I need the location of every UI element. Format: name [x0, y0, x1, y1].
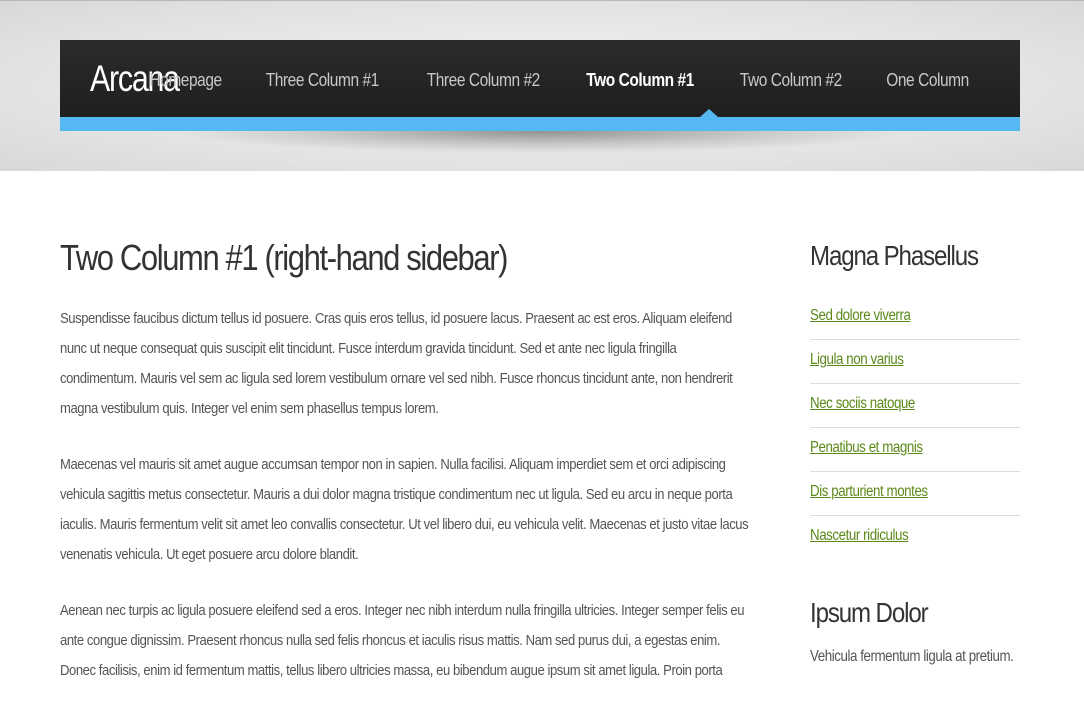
- sidebar-link[interactable]: Penatibus et magnis: [810, 439, 923, 457]
- sidebar-link[interactable]: Ligula non varius: [810, 351, 904, 369]
- sidebar-heading-ipsum-dolor: Ipsum Dolor: [810, 597, 929, 628]
- sidebar-link[interactable]: Sed dolore viverra: [810, 307, 911, 325]
- sidebar-link[interactable]: Nec sociis natoque: [810, 395, 915, 413]
- main-nav: Homepage Three Column #1 Three Column #2…: [129, 66, 990, 94]
- list-item: Nascetur ridiculus: [810, 516, 1020, 559]
- sidebar-heading-magna-phasellus: Magna Phasellus: [810, 240, 979, 271]
- navbar-accent-bar: [60, 117, 1020, 131]
- sidebar: Magna Phasellus Sed dolore viverra Ligul…: [810, 236, 1020, 671]
- main-content: Two Column #1 (right-hand sidebar) Suspe…: [60, 236, 755, 712]
- sidebar-text: Vehicula fermentum ligula at pretium.: [810, 648, 1014, 665]
- sidebar-link[interactable]: Dis parturient montes: [810, 483, 928, 501]
- paragraph: Maecenas vel mauris sit amet augue accum…: [60, 456, 749, 563]
- page-title: Two Column #1 (right-hand sidebar): [60, 237, 508, 278]
- nav-item-two-column-2[interactable]: Two Column #2: [728, 66, 855, 94]
- nav-item-one-column[interactable]: One Column: [874, 66, 982, 94]
- nav-item-three-column-2[interactable]: Three Column #2: [414, 66, 552, 94]
- list-item: Dis parturient montes: [810, 472, 1020, 516]
- nav-item-three-column-1[interactable]: Three Column #1: [253, 66, 391, 94]
- nav-item-two-column-1[interactable]: Two Column #1: [574, 66, 707, 94]
- paragraph: Aenean nec turpis ac ligula posuere elei…: [60, 602, 745, 679]
- list-item: Sed dolore viverra: [810, 296, 1020, 340]
- header-shadow: [180, 131, 900, 153]
- list-item: Nec sociis natoque: [810, 384, 1020, 428]
- list-item: Ligula non varius: [810, 340, 1020, 384]
- list-item: Penatibus et magnis: [810, 428, 1020, 472]
- sidebar-link[interactable]: Nascetur ridiculus: [810, 527, 909, 545]
- sidebar-link-list: Sed dolore viverra Ligula non varius Nec…: [810, 296, 1020, 559]
- nav-item-homepage[interactable]: Homepage: [137, 66, 234, 94]
- active-nav-caret-icon: [700, 109, 718, 117]
- paragraph: Suspendisse faucibus dictum tellus id po…: [60, 310, 733, 417]
